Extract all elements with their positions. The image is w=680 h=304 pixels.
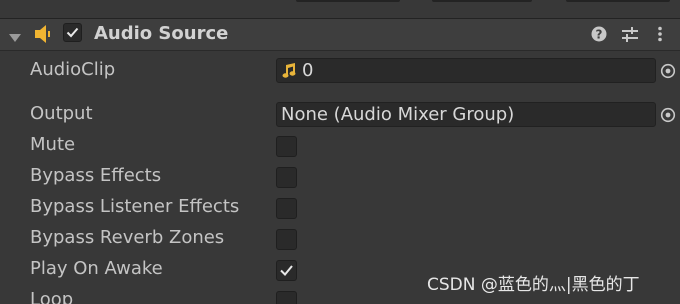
bypass-reverb-zones-label: Bypass Reverb Zones [30, 227, 225, 248]
component-enabled-toggle[interactable] [63, 23, 82, 42]
play-on-awake-label: Play On Awake [30, 258, 163, 279]
mute-checkbox[interactable] [276, 136, 297, 157]
kebab-menu-icon[interactable] [657, 26, 663, 46]
property-row-output: Output None (Audio Mixer Group) [0, 100, 680, 130]
svg-text:?: ? [596, 28, 603, 42]
inspector-top-strip [0, 0, 680, 18]
loop-checkbox[interactable] [276, 291, 297, 304]
audioclip-label: AudioClip [30, 59, 116, 80]
watermark-text: CSDN @蓝色的灬|黑色的丁 [427, 275, 640, 295]
property-row-bypass-effects: Bypass Effects [0, 162, 680, 192]
output-label: Output [30, 103, 93, 124]
property-row-bypass-reverb-zones: Bypass Reverb Zones [0, 224, 680, 254]
foldout-arrow-icon[interactable] [9, 28, 21, 47]
bypass-listener-effects-checkbox[interactable] [276, 198, 297, 219]
help-icon[interactable]: ? [591, 26, 607, 46]
bypass-effects-checkbox[interactable] [276, 167, 297, 188]
bypass-listener-effects-label: Bypass Listener Effects [30, 196, 240, 217]
bypass-effects-label: Bypass Effects [30, 165, 162, 186]
presets-sliders-icon[interactable] [622, 27, 638, 46]
audioclip-picker-icon[interactable] [660, 63, 676, 83]
audioclip-field[interactable]: 0 [276, 58, 656, 83]
bypass-reverb-zones-checkbox[interactable] [276, 229, 297, 250]
speaker-icon [34, 25, 54, 47]
property-row-mute: Mute [0, 131, 680, 161]
toolbar-button-edge [566, 0, 670, 2]
toolbar-button-edge [432, 0, 532, 2]
output-picker-icon[interactable] [660, 107, 676, 127]
property-row-audioclip: AudioClip 0 [0, 56, 680, 86]
audioclip-value: 0 [302, 60, 314, 81]
output-field[interactable]: None (Audio Mixer Group) [276, 102, 656, 127]
checkmark-icon [280, 265, 293, 276]
loop-label: Loop [30, 289, 74, 304]
component-title: Audio Source [94, 23, 229, 44]
toolbar-button-edge [296, 0, 400, 2]
music-note-icon [282, 63, 298, 83]
play-on-awake-checkbox[interactable] [276, 260, 297, 281]
checkmark-icon [66, 27, 79, 38]
component-header[interactable]: Audio Source ? [0, 18, 680, 51]
mute-label: Mute [30, 134, 76, 155]
property-row-bypass-listener-effects: Bypass Listener Effects [0, 193, 680, 223]
output-value: None (Audio Mixer Group) [281, 104, 515, 125]
